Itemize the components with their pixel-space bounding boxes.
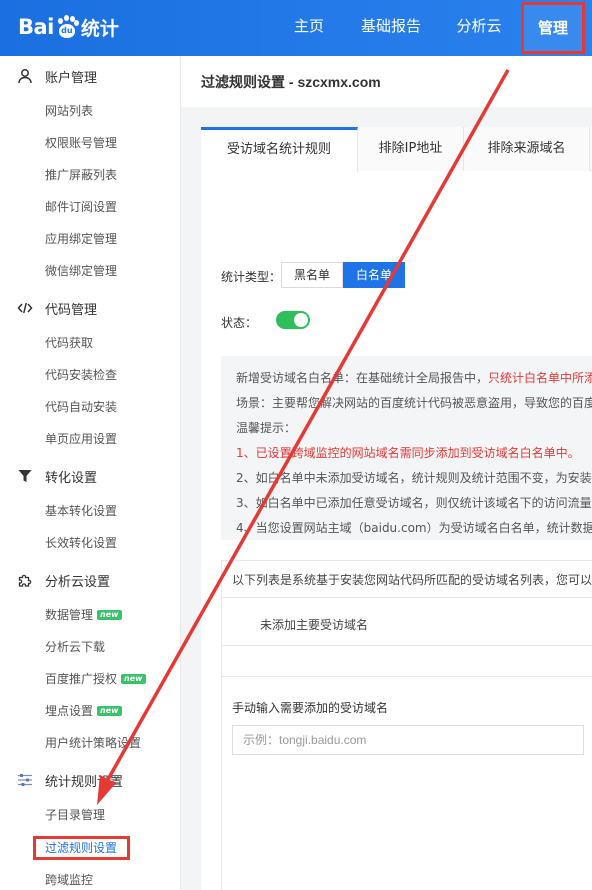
notice-line-1-text: 新增受访域名白名单：在基础统计全局报告中， [236, 371, 489, 385]
sidebar-item-site-list[interactable]: 网站列表 [45, 98, 93, 124]
nav-basic-report[interactable]: 基础报告 [352, 0, 430, 56]
domain-table-description: 以下列表是系统基于安装您网站代码所匹配的受访域名列表，您可以 [232, 573, 592, 587]
sidebar-section-account[interactable]: 账户管理 [0, 60, 181, 92]
divider [222, 645, 592, 646]
puzzle-icon [17, 572, 33, 588]
sidebar-item-data-management[interactable]: 数据管理 new [45, 602, 122, 628]
domain-table: 以下列表是系统基于安装您网站代码所匹配的受访域名列表，您可以 未添加主要受访域名 [221, 560, 592, 677]
code-icon [17, 300, 33, 316]
sidebar-item-baidu-promo-auth[interactable]: 百度推广授权 new [45, 666, 146, 692]
manual-domain-input[interactable] [232, 725, 584, 755]
sidebar-item-user-stat-policy[interactable]: 用户统计策略设置 [45, 730, 141, 756]
blacklist-option[interactable]: 黑名单 [281, 262, 344, 288]
logo-du-text: du [61, 26, 73, 35]
highlight-box-filter-rules [33, 836, 130, 860]
sidebar-item-promo-block-list[interactable]: 推广屏蔽列表 [45, 162, 117, 188]
sidebar-item-email-subscription[interactable]: 邮件订阅设置 [45, 194, 117, 220]
baidu-tongji-logo[interactable]: Bai du 统计 [18, 12, 119, 42]
tab-domain-rules[interactable]: 受访域名统计规则 [201, 127, 358, 172]
sidebar-section-label: 账户管理 [45, 70, 98, 86]
sidebar-section-stat-rules[interactable]: 统计规则设置 [0, 764, 181, 796]
nav-home[interactable]: 主页 [280, 0, 338, 56]
sidebar-section-label: 统计规则设置 [45, 774, 124, 790]
notice-box: 新增受访域名白名单：在基础统计全局报告中，只统计白名单中所添加 场景：主要帮您解… [221, 356, 592, 540]
nav-analytics-cloud[interactable]: 分析云 [446, 0, 512, 56]
item-label: 数据管理 [45, 608, 94, 622]
sidebar-item-basic-conversion[interactable]: 基本转化设置 [45, 498, 117, 524]
stat-type-label: 统计类型： [221, 270, 282, 284]
main-content: 过滤规则设置 - szcxmx.com 受访域名统计规则 排除IP地址 排除来源… [181, 56, 592, 890]
sidebar-item-app-binding[interactable]: 应用绑定管理 [45, 226, 117, 252]
sidebar-item-code-check[interactable]: 代码安装检查 [45, 362, 117, 388]
top-navigation-bar: Bai du 统计 主页 基础报告 分析云 管理 [0, 0, 592, 56]
settings-panel: 受访域名统计规则 排除IP地址 排除来源域名 统计类型： 黑名单 白名单 状态：… [201, 127, 592, 890]
sidebar-item-cloud-download[interactable]: 分析云下载 [45, 634, 105, 660]
sidebar-section-code[interactable]: 代码管理 [0, 292, 181, 324]
sidebar-section-label: 代码管理 [45, 302, 98, 318]
sidebar-item-code-auto-install[interactable]: 代码自动安装 [45, 394, 117, 420]
status-label: 状态： [221, 316, 258, 330]
sidebar-item-permission-accounts[interactable]: 权限账号管理 [45, 130, 117, 156]
tab-exclude-ip[interactable]: 排除IP地址 [358, 127, 464, 171]
tab-bar: 受访域名统计规则 排除IP地址 排除来源域名 [201, 127, 592, 172]
manual-domain-label: 手动输入需要添加的受访域名 [232, 701, 389, 715]
user-icon [17, 68, 33, 84]
paw-icon: du [55, 15, 79, 39]
sidebar-item-code-get[interactable]: 代码获取 [45, 330, 93, 356]
sliders-icon [17, 772, 33, 788]
sidebar-section-label: 分析云设置 [45, 574, 111, 590]
logo-tongji-text: 统计 [80, 17, 119, 40]
status-toggle[interactable] [276, 311, 310, 329]
logo-bai-text: Bai [18, 15, 54, 39]
sidebar: 账户管理 网站列表 权限账号管理 推广屏蔽列表 邮件订阅设置 应用绑定管理 微信… [0, 56, 181, 890]
sidebar-section-analytics-cloud[interactable]: 分析云设置 [0, 564, 181, 596]
sidebar-item-long-conversion[interactable]: 长效转化设置 [45, 530, 117, 556]
notice-line-1-highlight: 只统计白名单中所添加 [488, 371, 592, 385]
funnel-icon [17, 468, 33, 484]
page-title: 过滤规则设置 - szcxmx.com [201, 74, 381, 90]
tab-exclude-referrer[interactable]: 排除来源域名 [464, 127, 590, 171]
domain-table-empty: 未添加主要受访域名 [260, 618, 369, 632]
item-label: 百度推广授权 [45, 672, 118, 686]
notice-line-2: 场景：主要帮您解决网站的百度统计代码被恶意盗用，导致您的百度 [236, 396, 592, 410]
new-badge: new [97, 609, 122, 620]
sidebar-item-cross-domain[interactable]: 跨域监控 [45, 867, 93, 890]
whitelist-option[interactable]: 白名单 [343, 262, 406, 288]
notice-line-1: 新增受访域名白名单：在基础统计全局报告中，只统计白名单中所添加 [236, 369, 592, 386]
nav-manage[interactable]: 管理 [521, 2, 585, 54]
stat-type-selector: 黑名单 白名单 [281, 262, 406, 288]
notice-line-7: 4、当您设置网站主域（baidu.com）为受访域名白名单，统计数据区 [236, 521, 592, 535]
sidebar-item-tracking-points[interactable]: 埋点设置 new [45, 698, 122, 724]
new-badge: new [121, 673, 146, 684]
notice-line-6: 3、如白名单中已添加任意受访域名，则仅统计该域名下的访问流量 [236, 496, 592, 510]
sidebar-section-conversion[interactable]: 转化设置 [0, 460, 181, 492]
sidebar-item-wechat-binding[interactable]: 微信绑定管理 [45, 258, 117, 284]
item-label: 埋点设置 [45, 704, 94, 718]
notice-line-3: 温馨提示： [236, 421, 297, 435]
notice-line-4: 1、已设置跨域监控的网站域名需同步添加到受访域名白名单中。 [236, 446, 580, 460]
divider [222, 597, 592, 598]
sidebar-item-subdirectory[interactable]: 子目录管理 [45, 802, 105, 828]
sidebar-section-label: 转化设置 [45, 470, 98, 486]
page-header: 过滤规则设置 - szcxmx.com [181, 56, 592, 107]
sidebar-item-spa-settings[interactable]: 单页应用设置 [45, 426, 117, 452]
new-badge: new [97, 705, 122, 716]
notice-line-5: 2、如白名单中未添加受访域名，统计规则及统计范围不变，为安装 [236, 471, 592, 485]
manual-domain-section: 手动输入需要添加的受访域名 [221, 677, 592, 890]
